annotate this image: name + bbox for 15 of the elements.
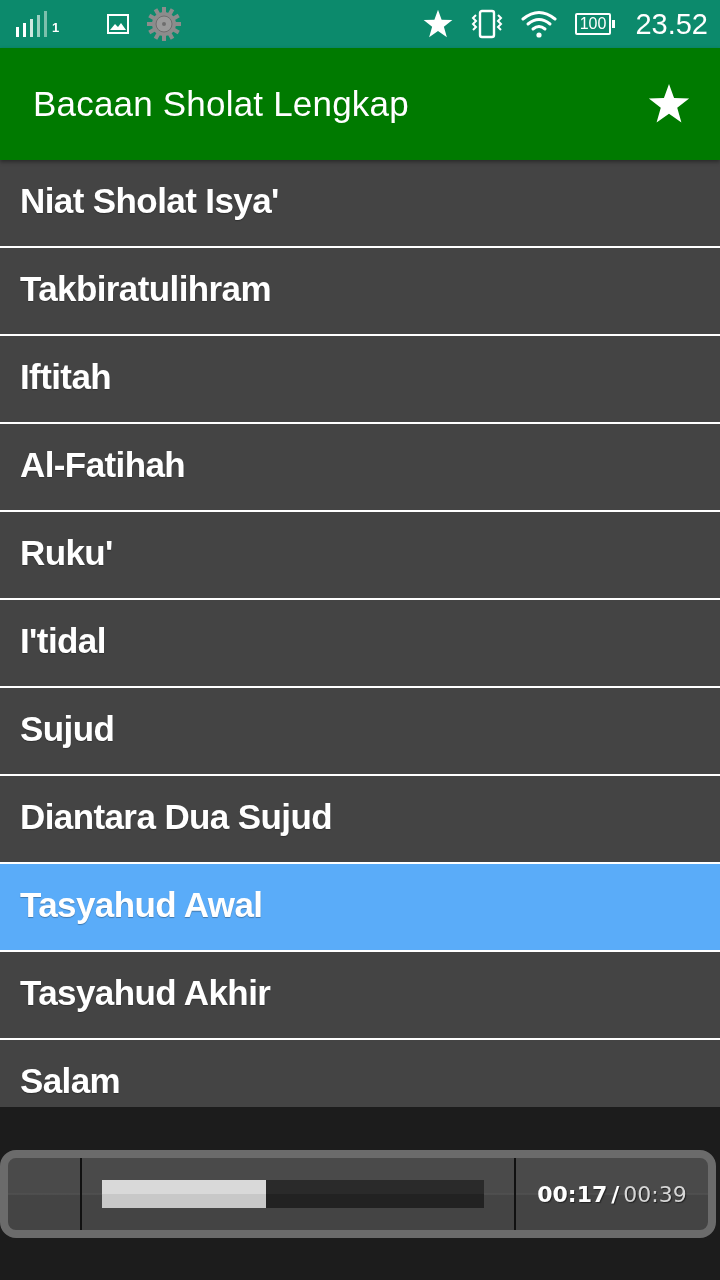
progress-track[interactable] xyxy=(102,1180,484,1208)
signal-icon xyxy=(16,11,48,37)
time-separator: / xyxy=(611,1181,620,1207)
gear-icon xyxy=(147,7,182,41)
star-icon xyxy=(422,9,453,39)
total-time: 00:39 xyxy=(623,1181,687,1207)
favorite-star-icon[interactable] xyxy=(648,83,690,125)
vibrate-icon xyxy=(470,9,503,39)
battery-level: 100 xyxy=(574,13,612,35)
sim-slot-number: 1 xyxy=(52,20,60,35)
status-time: 23.52 xyxy=(635,7,708,41)
app-title: Bacaan Sholat Lengkap xyxy=(33,84,410,124)
image-icon xyxy=(107,14,130,34)
elapsed-time: 00:17 xyxy=(537,1181,608,1207)
wifi-icon xyxy=(520,10,557,38)
